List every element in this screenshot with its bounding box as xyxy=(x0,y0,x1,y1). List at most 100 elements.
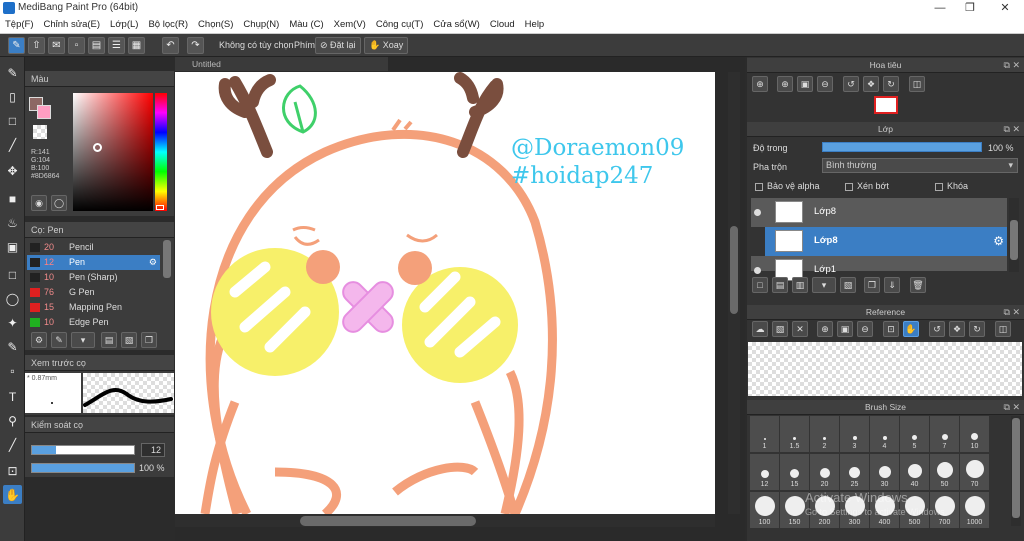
brush-size-cell[interactable]: 10 xyxy=(960,416,989,452)
horizontal-scroll-thumb[interactable] xyxy=(300,516,476,526)
menu-item[interactable]: Lớp(L) xyxy=(105,16,143,34)
dot-tool-icon[interactable]: □ xyxy=(3,111,22,130)
move-tool-icon[interactable]: ✥ xyxy=(3,161,22,180)
lasso-icon[interactable]: ◯ xyxy=(3,289,22,308)
menu-item[interactable]: Tệp(F) xyxy=(0,16,39,34)
layer-scrollbar[interactable] xyxy=(1009,198,1019,272)
magic-wand-icon[interactable]: ✦ xyxy=(3,313,22,332)
undo-icon[interactable]: ↶ xyxy=(162,37,179,54)
reference-rotate-reset-icon[interactable]: ❖ xyxy=(949,321,965,337)
brush-size-cell[interactable]: 20 xyxy=(810,454,839,490)
menu-item[interactable]: Chụp(N) xyxy=(238,16,284,34)
zoom-in-icon[interactable]: ⊕ xyxy=(752,76,768,92)
brush-size-cell[interactable]: 3 xyxy=(840,416,869,452)
brush-size-cell[interactable]: 2 xyxy=(810,416,839,452)
layer-settings-gear-icon[interactable]: ⚙ xyxy=(993,234,1004,248)
fill-rect-icon[interactable]: ■ xyxy=(3,189,22,208)
reference-hand-icon[interactable]: ✋ xyxy=(903,321,919,337)
hand-tool-icon[interactable]: ✋ xyxy=(3,485,22,504)
layer-row[interactable]: Lớp8 xyxy=(751,198,1007,228)
brush-size-slider[interactable] xyxy=(31,445,135,455)
list-icon[interactable]: ☰ xyxy=(108,37,125,54)
brush-opacity-slider[interactable] xyxy=(31,463,135,473)
brush-list-item[interactable]: 76 G Pen xyxy=(27,285,160,300)
color-set-icon[interactable]: ◯ xyxy=(51,195,67,211)
reference-add-icon[interactable]: ☁ xyxy=(752,321,768,337)
gradient-icon[interactable]: ▣ xyxy=(3,237,22,256)
drawing-canvas[interactable]: @Doraemon09 #hoidap247 xyxy=(175,72,715,514)
brush-size-scroll-thumb[interactable] xyxy=(1012,418,1020,518)
brush-size-cell[interactable]: 12 xyxy=(750,454,779,490)
reference-close-icon[interactable]: ⧉ ✕ xyxy=(1004,305,1020,320)
layer-close-icon[interactable]: ⧉ ✕ xyxy=(1004,122,1020,137)
menu-item[interactable]: Help xyxy=(520,16,550,34)
menu-item[interactable]: Màu (C) xyxy=(284,16,328,34)
vertical-scroll-thumb[interactable] xyxy=(730,226,738,314)
brush-size-value[interactable]: 12 xyxy=(141,443,165,457)
color-picker-cursor[interactable] xyxy=(93,143,102,152)
reference-open-icon[interactable]: ▧ xyxy=(772,321,788,337)
select-eraser-icon[interactable]: ▫ xyxy=(3,361,22,380)
menu-item[interactable]: Cloud xyxy=(485,16,520,34)
new-halftone-layer-icon[interactable]: ▤ xyxy=(772,277,788,293)
comment-icon[interactable]: ✉ xyxy=(48,37,65,54)
brush-size-cell[interactable]: 1000 xyxy=(960,492,989,528)
brush-size-cell[interactable]: 5 xyxy=(900,416,929,452)
menu-item[interactable]: Bộ lọc(R) xyxy=(143,16,193,34)
rotate-right-icon[interactable]: ↻ xyxy=(883,76,899,92)
zoom-in-2-icon[interactable]: ⊕ xyxy=(777,76,793,92)
brush-size-cell[interactable]: 1 xyxy=(750,416,779,452)
brush-size-cell[interactable]: 70 xyxy=(960,454,989,490)
lock-checkbox[interactable]: Khóa xyxy=(935,181,968,191)
layer-opacity-slider[interactable] xyxy=(822,142,982,152)
divide-tool-icon[interactable]: ╱ xyxy=(3,435,22,454)
brush-list-item[interactable]: 15 Mapping Pen xyxy=(27,300,160,315)
reference-zoom-in-icon[interactable]: ⊕ xyxy=(817,321,833,337)
duplicate-layer-icon[interactable]: ❐ xyxy=(864,277,880,293)
menu-item[interactable]: Chỉnh sửa(E) xyxy=(39,16,106,34)
merge-layer-icon[interactable]: ⇓ xyxy=(884,277,900,293)
brush-mode-icon[interactable]: ✎ xyxy=(8,37,25,54)
delete-layer-icon[interactable]: 🗑 xyxy=(910,277,926,293)
hue-slider[interactable] xyxy=(155,93,167,211)
brush-list-item[interactable]: 20 Pencil xyxy=(27,240,160,255)
new-layer-icon[interactable]: □ xyxy=(752,277,768,293)
brush-size-cell[interactable]: 30 xyxy=(870,454,899,490)
minimize-icon[interactable]: — xyxy=(925,1,955,15)
layer-visibility-icon[interactable] xyxy=(754,209,761,216)
menu-item[interactable]: Chọn(S) xyxy=(193,16,238,34)
rotate-button[interactable]: ✋ Xoay xyxy=(364,37,409,54)
reference-fit-icon[interactable]: ▣ xyxy=(837,321,853,337)
document-tab[interactable]: Untitled xyxy=(175,57,388,71)
navigator-close-icon[interactable]: ⧉ ✕ xyxy=(1004,58,1020,73)
flip-icon[interactable]: ◫ xyxy=(909,76,925,92)
brush-list-item[interactable]: 12 Pen ⚙ xyxy=(27,255,160,270)
color-gradient-picker[interactable] xyxy=(73,93,153,211)
rotate-left-icon[interactable]: ↺ xyxy=(843,76,859,92)
text-tool-icon[interactable]: T xyxy=(3,387,22,406)
navigator-thumbnail[interactable] xyxy=(874,96,898,114)
brush-size-scrollbar[interactable] xyxy=(1011,416,1021,526)
speech-bubble-icon[interactable]: ⚲ xyxy=(3,411,22,430)
transparent-color-swatch[interactable] xyxy=(33,125,47,139)
protect-alpha-checkbox[interactable]: Bảo vệ alpha xyxy=(755,181,820,191)
add-brush-menu-icon[interactable]: ▾ xyxy=(71,332,95,348)
brush-size-cell[interactable]: 25 xyxy=(840,454,869,490)
fit-icon[interactable]: ▣ xyxy=(797,76,813,92)
message-icon[interactable]: ▫ xyxy=(68,37,85,54)
restore-icon[interactable]: ❐ xyxy=(955,1,985,15)
blend-mode-select[interactable]: Bình thường ▾ xyxy=(822,158,1018,173)
add-layer-menu-icon[interactable]: ▾ xyxy=(812,277,836,293)
eyedropper-icon[interactable]: ⊡ xyxy=(3,461,22,480)
layer-folder-icon[interactable]: ▧ xyxy=(840,277,856,293)
brush-size-cell[interactable]: 4 xyxy=(870,416,899,452)
brush-list-item[interactable]: 10 Pen (Sharp) xyxy=(27,270,160,285)
brush-folder-icon[interactable]: ▧ xyxy=(121,332,137,348)
reference-close-image-icon[interactable]: ✕ xyxy=(792,321,808,337)
reference-eyedropper-icon[interactable]: ⊡ xyxy=(883,321,899,337)
brush-copy-icon[interactable]: ❐ xyxy=(141,332,157,348)
reference-zoom-out-icon[interactable]: ⊖ xyxy=(857,321,873,337)
select-rect-icon[interactable]: □ xyxy=(3,265,22,284)
brush-size-cell[interactable]: 100 xyxy=(750,492,779,528)
brush-list-scrollbar[interactable] xyxy=(163,240,171,278)
